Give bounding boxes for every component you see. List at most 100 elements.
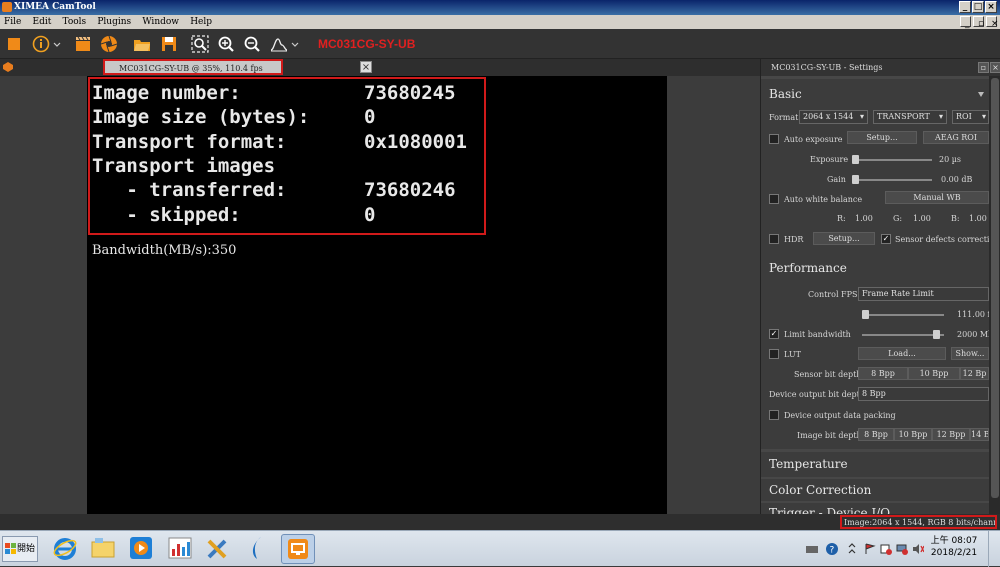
help-icon[interactable]: ? <box>826 543 838 555</box>
mdi-close-button[interactable]: × <box>986 16 999 29</box>
roi-select[interactable]: ROI ▾ <box>952 110 989 124</box>
aperture-icon[interactable] <box>100 35 118 53</box>
chevron-down-icon[interactable] <box>290 35 300 53</box>
close-panel-button[interactable]: × <box>990 62 1000 73</box>
fps-slider[interactable] <box>862 310 944 319</box>
control-fps-select[interactable]: Frame Rate Limit <box>858 287 989 301</box>
image-bit-depth-10[interactable]: 10 Bpp <box>894 428 932 441</box>
exposure-slider-knob[interactable] <box>852 155 859 164</box>
zoom-out-icon[interactable] <box>243 35 261 53</box>
camtool-taskbar-button[interactable] <box>281 534 315 564</box>
sensor-bit-depth-10[interactable]: 10 Bpp <box>908 367 960 380</box>
image-canvas[interactable]: Image number: 73680245 Image size (bytes… <box>87 76 667 514</box>
settings-scrollbar[interactable] <box>989 76 1000 514</box>
bandwidth-slider[interactable] <box>862 330 944 339</box>
maximize-button[interactable]: □ <box>972 1 984 13</box>
device-output-bit-depth-select[interactable]: 8 Bpp <box>858 387 989 401</box>
zoom-fit-icon[interactable] <box>191 35 209 53</box>
info-label-image-size: Image size (bytes): <box>92 106 310 128</box>
performance-monitor-icon[interactable] <box>167 535 193 561</box>
file-explorer-icon[interactable] <box>90 535 116 561</box>
histogram-icon[interactable] <box>270 35 288 53</box>
menu-edit[interactable]: Edit <box>29 15 56 29</box>
section-temperature-title[interactable]: Temperature <box>769 457 848 471</box>
film-icon[interactable] <box>74 35 92 53</box>
system-clock[interactable]: 上午 08:07 2018/2/21 <box>928 535 980 559</box>
mdi-restore-button[interactable]: ▫ <box>973 16 984 29</box>
gain-slider[interactable] <box>852 175 932 184</box>
float-panel-button[interactable]: ▫ <box>978 62 989 73</box>
chevron-down-icon[interactable] <box>52 35 62 53</box>
image-viewer[interactable]: Image number: 73680245 Image size (bytes… <box>0 76 760 514</box>
fps-slider-knob[interactable] <box>862 310 869 319</box>
tab-close-icon[interactable]: × <box>360 61 372 73</box>
sensor-bit-depth-12[interactable]: 12 Bp <box>960 367 989 380</box>
close-button[interactable]: × <box>985 1 997 13</box>
section-performance-title[interactable]: Performance <box>769 261 847 275</box>
minimize-button[interactable]: _ <box>959 1 971 13</box>
info-value-image-number: 73680245 <box>364 82 456 104</box>
gain-slider-knob[interactable] <box>852 175 859 184</box>
powershell-icon[interactable] <box>245 535 271 561</box>
menu-tools[interactable]: Tools <box>59 15 91 29</box>
zoom-in-icon[interactable] <box>217 35 235 53</box>
stop-icon[interactable] <box>5 35 23 53</box>
manual-wb-button[interactable]: Manual WB <box>885 191 989 204</box>
tab-camera-view[interactable]: MC031CG-SY-UB @ 35%, 110.4 fps <box>103 59 283 75</box>
bandwidth-slider-knob[interactable] <box>933 330 940 339</box>
section-color-correction-title[interactable]: Color Correction <box>769 483 871 497</box>
action-center-icon[interactable] <box>880 543 892 555</box>
exposure-label: Exposure <box>810 155 849 164</box>
info-label-transport-images: Transport images <box>92 155 276 177</box>
hdr-checkbox[interactable] <box>769 234 779 244</box>
transport-select[interactable]: TRANSPORT ▾ <box>873 110 947 124</box>
limit-bandwidth-checkbox[interactable]: ✓ <box>769 329 779 339</box>
format-select[interactable]: 2064 x 1544 ▾ <box>799 110 868 124</box>
lut-load-button[interactable]: Load... <box>858 347 946 360</box>
start-label: 開始 <box>17 544 36 554</box>
volume-icon[interactable] <box>912 543 924 555</box>
exposure-slider[interactable] <box>852 155 932 164</box>
start-button[interactable]: 開始 <box>2 536 38 562</box>
image-bit-depth-14[interactable]: 14 B <box>970 428 989 441</box>
menu-window[interactable]: Window <box>138 15 183 29</box>
b-label: B: <box>951 214 960 223</box>
settings-panel-header: MC031CG-SY-UB - Settings ▫ × <box>761 59 1000 76</box>
settings-scrollbar-thumb[interactable] <box>991 78 999 498</box>
lut-checkbox[interactable] <box>769 349 779 359</box>
tray-expand-icon[interactable] <box>846 543 858 555</box>
media-player-icon[interactable] <box>128 535 154 561</box>
aeag-roi-button[interactable]: AEAG ROI <box>923 131 989 144</box>
tools-icon[interactable] <box>205 535 231 561</box>
internet-explorer-icon[interactable] <box>52 535 78 561</box>
image-bit-depth-label: Image bit depth <box>797 431 862 440</box>
menu-plugins[interactable]: Plugins <box>93 15 135 29</box>
section-basic-title[interactable]: Basic <box>769 87 802 101</box>
sensor-defects-checkbox[interactable]: ✓ <box>881 234 891 244</box>
auto-white-balance-label: Auto white balance <box>784 195 863 204</box>
device-output-packing-checkbox[interactable] <box>769 410 779 420</box>
collapse-triangle-icon[interactable] <box>977 90 985 98</box>
open-folder-icon[interactable] <box>133 35 151 53</box>
info-icon[interactable] <box>32 35 50 53</box>
image-bit-depth-8[interactable]: 8 Bpp <box>858 428 894 441</box>
hdr-setup-button[interactable]: Setup... <box>813 232 875 245</box>
flag-icon[interactable] <box>864 543 876 555</box>
image-bit-depth-12[interactable]: 12 Bpp <box>932 428 970 441</box>
network-icon[interactable] <box>896 543 908 555</box>
mdi-minimize-button[interactable]: _ <box>960 16 971 29</box>
keyboard-icon[interactable] <box>806 543 818 555</box>
auto-exposure-checkbox[interactable] <box>769 134 779 144</box>
menu-help[interactable]: Help <box>186 15 216 29</box>
auto-white-balance-checkbox[interactable] <box>769 194 779 204</box>
section-trigger-title[interactable]: Trigger - Device I/O <box>769 506 890 514</box>
image-format-status: Image:2064 x 1544, RGB 8 bits/channel <box>840 515 997 529</box>
show-desktop-button[interactable] <box>988 531 1000 567</box>
lut-show-button[interactable]: Show... <box>951 347 989 360</box>
save-icon[interactable] <box>160 35 178 53</box>
info-label-transferred: - transferred: <box>92 179 287 201</box>
sensor-bit-depth-8[interactable]: 8 Bpp <box>858 367 908 380</box>
menu-file[interactable]: File <box>0 15 25 29</box>
auto-exposure-setup-button[interactable]: Setup... <box>847 131 917 144</box>
settings-panel: MC031CG-SY-UB - Settings ▫ × Basic Forma… <box>760 59 1000 514</box>
